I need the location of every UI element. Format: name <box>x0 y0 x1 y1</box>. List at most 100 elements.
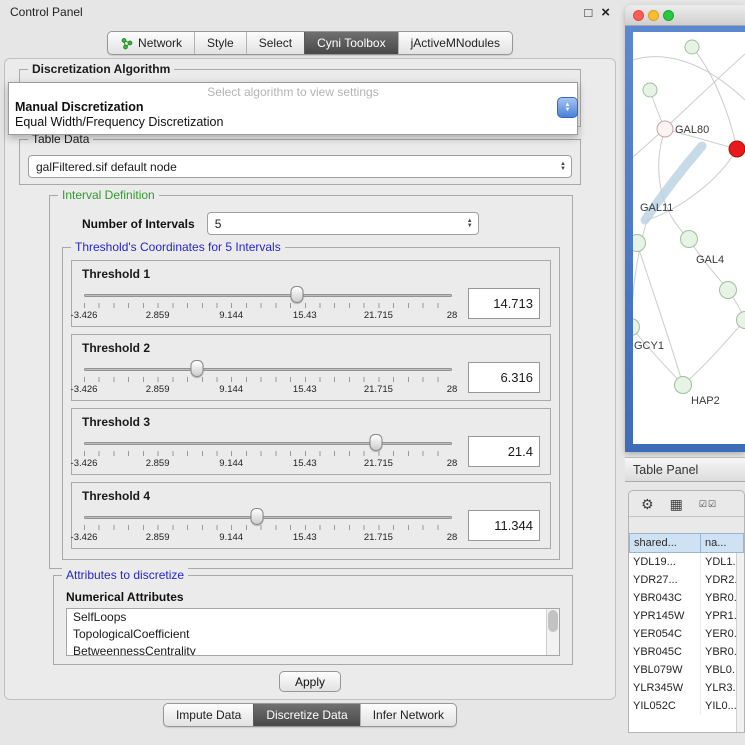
tab-select[interactable]: Select <box>246 32 304 54</box>
cell-shared-name[interactable]: YER054C <box>629 625 701 643</box>
slider-thumb[interactable] <box>250 508 263 525</box>
network-node[interactable] <box>633 235 646 252</box>
cell-shared-name[interactable]: YBR043C <box>629 589 701 607</box>
columns-icon[interactable]: ▦ <box>670 497 683 511</box>
apply-row: Apply <box>5 671 615 692</box>
cell-shared-name[interactable]: YBR045C <box>629 643 701 661</box>
node-label-gal4: GAL4 <box>696 254 724 266</box>
zoom-traffic-light[interactable] <box>663 10 674 21</box>
table-header-row: shared... na... <box>629 533 744 553</box>
option-manual-discretization[interactable]: Manual Discretization <box>9 99 577 114</box>
stepper-down-icon: ▼ <box>565 108 571 113</box>
control-panel: Control Panel □ × Network <box>0 0 620 745</box>
table-row[interactable]: YDR27... YDR2... <box>629 571 744 589</box>
network-node[interactable] <box>633 319 640 336</box>
list-item[interactable]: SelfLoops <box>67 609 559 626</box>
list-item[interactable]: TopologicalCoefficient <box>67 626 559 643</box>
attributes-scrollbar[interactable] <box>546 609 559 655</box>
scale-label: 21.715 <box>364 384 393 395</box>
number-of-intervals-row: Number of Intervals 5 ▲ ▼ <box>62 212 560 235</box>
numerical-attributes-list[interactable]: SelfLoops TopologicalCoefficient Between… <box>66 608 560 656</box>
threshold-3-value[interactable]: 21.4 <box>468 436 540 467</box>
scrollbar-thumb[interactable] <box>548 610 558 632</box>
gear-icon[interactable]: ⚙ <box>641 497 654 511</box>
algorithm-combo-stepper-icon[interactable]: ▲ ▼ <box>557 97 578 118</box>
network-node[interactable] <box>685 40 699 54</box>
column-header-name[interactable]: na... <box>701 533 744 553</box>
network-node[interactable] <box>681 231 698 248</box>
selection-checks-icon[interactable]: ☑☑ <box>699 497 717 511</box>
number-of-intervals-combo[interactable]: 5 ▲ ▼ <box>207 212 479 235</box>
table-data-combo[interactable]: galFiltered.sif default node ▲ ▼ <box>28 155 572 178</box>
panel-title: Control Panel <box>10 5 83 19</box>
table-row[interactable]: YIL052C YIL0... <box>629 697 744 715</box>
slider-track <box>84 368 452 371</box>
tab-network-label: Network <box>138 36 182 50</box>
tab-discretize-data[interactable]: Discretize Data <box>253 704 359 726</box>
table-row[interactable]: YBR045C YBR0... <box>629 643 744 661</box>
network-window-titlebar[interactable] <box>625 5 745 26</box>
cell-shared-name[interactable]: YPR145W <box>629 607 701 625</box>
option-equal-width-frequency[interactable]: Equal Width/Frequency Discretization <box>9 114 577 129</box>
table-row[interactable]: YPR145W YPR1... <box>629 607 744 625</box>
tab-style[interactable]: Style <box>194 32 246 54</box>
cell-shared-name[interactable]: YDR27... <box>629 571 701 589</box>
network-canvas[interactable]: GAL80 GAL11 GAL4 GCY1 HAP2 <box>633 32 745 444</box>
scale-label: 2.859 <box>146 458 170 469</box>
tab-jactivemnodules[interactable]: jActiveMNodules <box>398 32 512 54</box>
tab-cyni-toolbox[interactable]: Cyni Toolbox <box>304 32 397 54</box>
slider-thumb[interactable] <box>191 360 204 377</box>
node-label-gcy1: GCY1 <box>634 340 664 352</box>
table-row[interactable]: YBL079W YBL0... <box>629 661 744 679</box>
slider-track <box>84 294 452 297</box>
network-node[interactable] <box>720 282 737 299</box>
apply-button[interactable]: Apply <box>279 671 341 692</box>
threshold-4-slider[interactable]: -3.426 2.859 9.144 15.43 21.715 28 <box>82 504 454 546</box>
network-node-gal80[interactable] <box>657 121 673 137</box>
threshold-2-value[interactable]: 6.316 <box>468 362 540 393</box>
slider-track <box>84 442 452 445</box>
cell-shared-name[interactable]: YBL079W <box>629 661 701 679</box>
network-node[interactable] <box>737 312 745 329</box>
close-panel-icon[interactable]: × <box>601 6 610 19</box>
threshold-1-box: Threshold 1 -3.426 2.859 9.144 1 <box>71 260 551 327</box>
network-edge <box>633 327 683 385</box>
table-panel-header[interactable]: Table Panel <box>625 457 745 482</box>
column-header-shared-name[interactable]: shared... <box>629 533 701 553</box>
close-traffic-light[interactable] <box>633 10 644 21</box>
threshold-2-slider[interactable]: -3.426 2.859 9.144 15.43 21.715 28 <box>82 356 454 398</box>
cell-shared-name[interactable]: YDL19... <box>629 553 701 571</box>
cell-shared-name[interactable]: YIL052C <box>629 697 701 715</box>
network-edge <box>637 243 683 385</box>
float-panel-icon[interactable]: □ <box>584 6 592 19</box>
table-row[interactable]: YDL19... YDL1... <box>629 553 744 571</box>
slider-ticks <box>84 451 452 456</box>
scale-label: 9.144 <box>219 532 243 543</box>
table-row[interactable]: YLR345W YLR3... <box>629 679 744 697</box>
table-row[interactable]: YBR043C YBR0... <box>629 589 744 607</box>
tab-impute-data[interactable]: Impute Data <box>164 704 253 726</box>
attributes-to-discretize-group: Attributes to discretize Numerical Attri… <box>53 575 573 665</box>
network-node[interactable] <box>675 377 692 394</box>
threshold-3-slider[interactable]: -3.426 2.859 9.144 15.43 21.715 28 <box>82 430 454 472</box>
bottom-tab-group: Impute Data Discretize Data Infer Networ… <box>163 703 457 727</box>
top-tab-group: Network Style Select Cyni Toolbox jActiv… <box>107 31 513 55</box>
network-node[interactable] <box>643 83 657 97</box>
minimize-traffic-light[interactable] <box>648 10 659 21</box>
tab-infer-network[interactable]: Infer Network <box>360 704 456 726</box>
threshold-1-value[interactable]: 14.713 <box>468 288 540 319</box>
selected-red-node[interactable] <box>729 141 745 157</box>
slider-thumb[interactable] <box>369 434 382 451</box>
threshold-1-slider[interactable]: -3.426 2.859 9.144 15.43 21.715 28 <box>82 282 454 324</box>
table-scrollbar[interactable] <box>736 553 744 732</box>
cell-shared-name[interactable]: YLR345W <box>629 679 701 697</box>
network-view-window: GAL80 GAL11 GAL4 GCY1 HAP2 <box>625 5 745 452</box>
threshold-1-label: Threshold 1 <box>82 267 540 281</box>
slider-thumb[interactable] <box>290 286 303 303</box>
threshold-4-value[interactable]: 11.344 <box>468 510 540 541</box>
table-row[interactable]: YER054C YER0... <box>629 625 744 643</box>
node-label-gal80: GAL80 <box>675 124 709 136</box>
tab-network[interactable]: Network <box>108 32 194 54</box>
list-item[interactable]: BetweennessCentrality <box>67 643 559 656</box>
slider-scale: -3.426 2.859 9.144 15.43 21.715 28 <box>84 310 452 322</box>
